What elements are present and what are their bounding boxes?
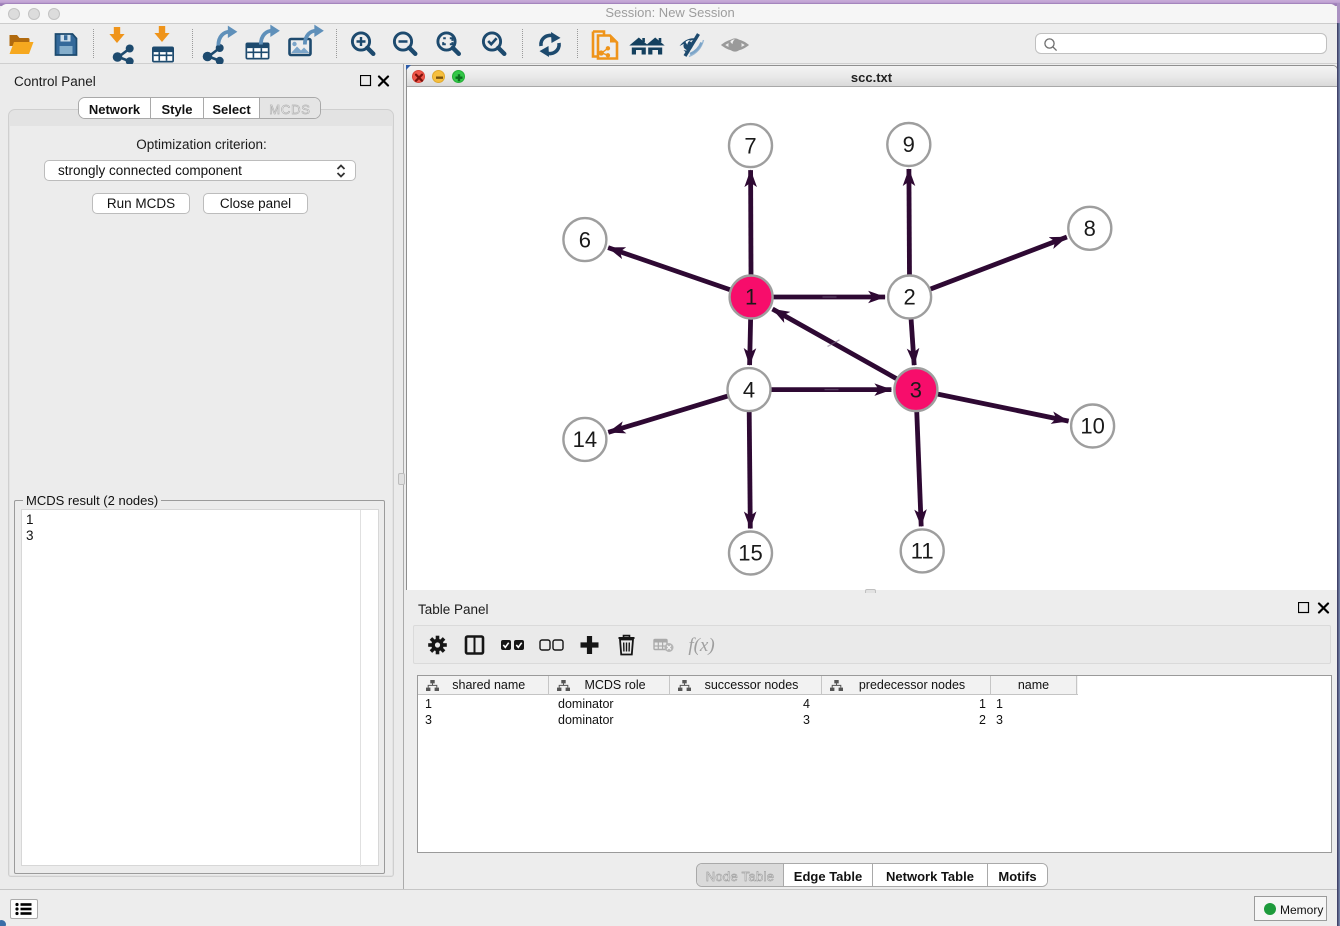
svg-text:6: 6: [578, 227, 590, 252]
svg-text:8: 8: [1083, 216, 1095, 241]
svg-text:3: 3: [909, 377, 921, 402]
svg-text:2: 2: [903, 285, 915, 310]
svg-text:11: 11: [910, 539, 933, 564]
svg-text:9: 9: [902, 132, 914, 157]
svg-text:7: 7: [744, 133, 756, 158]
svg-text:4: 4: [742, 377, 754, 402]
svg-text:14: 14: [572, 427, 596, 452]
svg-text:10: 10: [1080, 414, 1104, 439]
svg-text:1: 1: [744, 285, 756, 310]
svg-text:15: 15: [738, 541, 762, 566]
svg-text:f(x): f(x): [688, 635, 714, 656]
